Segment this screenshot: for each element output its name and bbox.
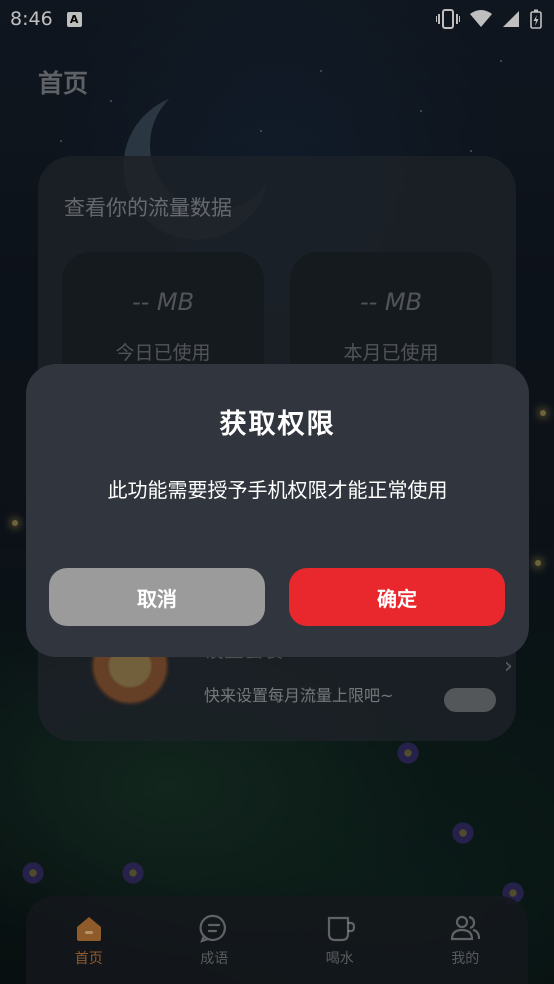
cancel-button[interactable]: 取消: [49, 568, 265, 626]
dialog-message: 此功能需要授予手机权限才能正常使用: [107, 478, 448, 502]
confirm-button[interactable]: 确定: [289, 568, 505, 626]
dialog-title: 获取权限: [219, 409, 336, 440]
permission-dialog: 获取权限 此功能需要授予手机权限才能正常使用 取消 确定: [26, 364, 529, 657]
